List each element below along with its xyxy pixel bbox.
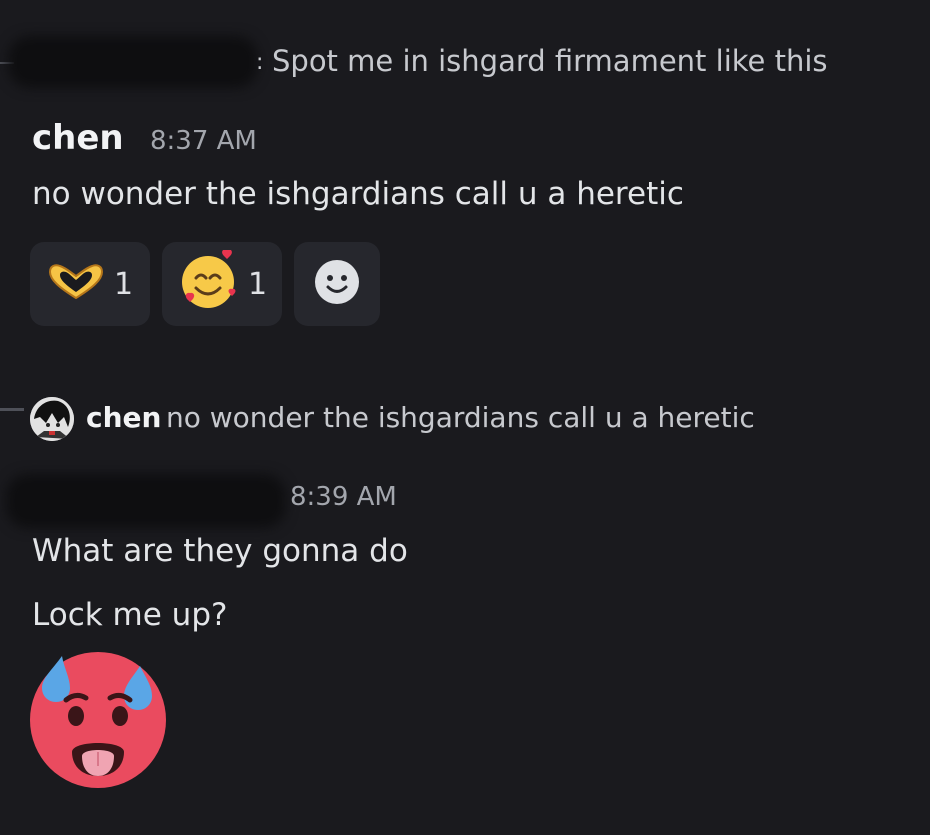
- message-text-line: What are they gonna do: [32, 533, 408, 569]
- reply-spine: [0, 408, 24, 411]
- reaction-heart-hands[interactable]: 1: [30, 242, 150, 326]
- redacted-reply-author: [8, 36, 258, 88]
- reply-preview-text[interactable]: no wonder the ishgardians call u a heret…: [166, 401, 755, 434]
- reply-preview-author[interactable]: chen: [86, 401, 161, 434]
- message-timestamp: 8:37 AM: [150, 126, 257, 156]
- add-reaction-icon: [313, 258, 361, 310]
- message-text-line: Lock me up?: [32, 597, 228, 633]
- message-author[interactable]: chen: [32, 118, 124, 158]
- reaction-count: 1: [114, 266, 134, 302]
- reaction-count: 1: [248, 266, 268, 302]
- redacted-message-author: [6, 474, 286, 528]
- add-reaction-button[interactable]: [294, 242, 380, 326]
- message-timestamp: 8:39 AM: [290, 482, 397, 512]
- reaction-smiling-hearts[interactable]: 1: [162, 242, 282, 326]
- message-text: no wonder the ishgardians call u a heret…: [32, 176, 684, 212]
- heart-hands-icon: [46, 262, 106, 306]
- hot-face-icon: [28, 648, 168, 790]
- avatar[interactable]: [30, 397, 74, 441]
- reply-preview-text[interactable]: Spot me in ishgard firmament like this: [272, 44, 828, 78]
- smiling-face-with-hearts-icon: [176, 249, 240, 318]
- reply-separator: :: [256, 50, 264, 75]
